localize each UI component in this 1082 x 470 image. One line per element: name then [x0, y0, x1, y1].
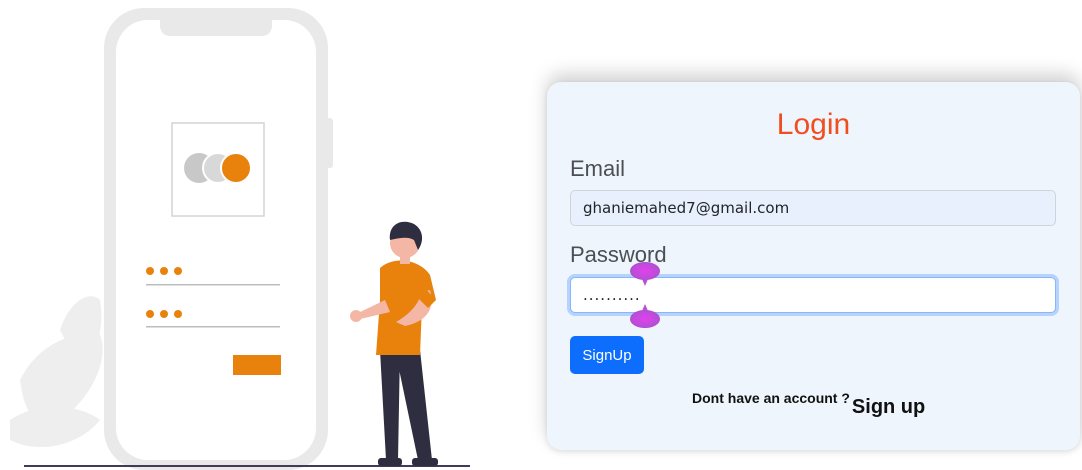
footer-question: Dont have an account ?	[692, 390, 850, 406]
signup-prompt: Dont have an account ? Sign up	[692, 390, 925, 419]
phone-login-illustration	[0, 0, 540, 470]
logo-circles-icon	[171, 122, 265, 217]
leaf-decoration-icon	[10, 296, 103, 448]
person-icon	[350, 221, 438, 466]
login-title: Login	[776, 108, 851, 141]
phone-icon	[104, 8, 333, 470]
email-value: ghaniemahed7@gmail.com	[583, 199, 790, 217]
login-card: Login Email ghaniemahed7@gmail.com Passw…	[547, 82, 1080, 450]
email-field[interactable]: ghaniemahed7@gmail.com	[570, 190, 1056, 226]
text-selection-handle-icon[interactable]	[630, 262, 660, 286]
signup-button[interactable]: SignUp	[570, 336, 644, 374]
sign-up-link[interactable]: Sign up	[852, 396, 925, 419]
password-value: ..........	[583, 286, 641, 304]
text-selection-handle-icon[interactable]	[630, 304, 660, 328]
email-label: Email	[570, 156, 626, 181]
